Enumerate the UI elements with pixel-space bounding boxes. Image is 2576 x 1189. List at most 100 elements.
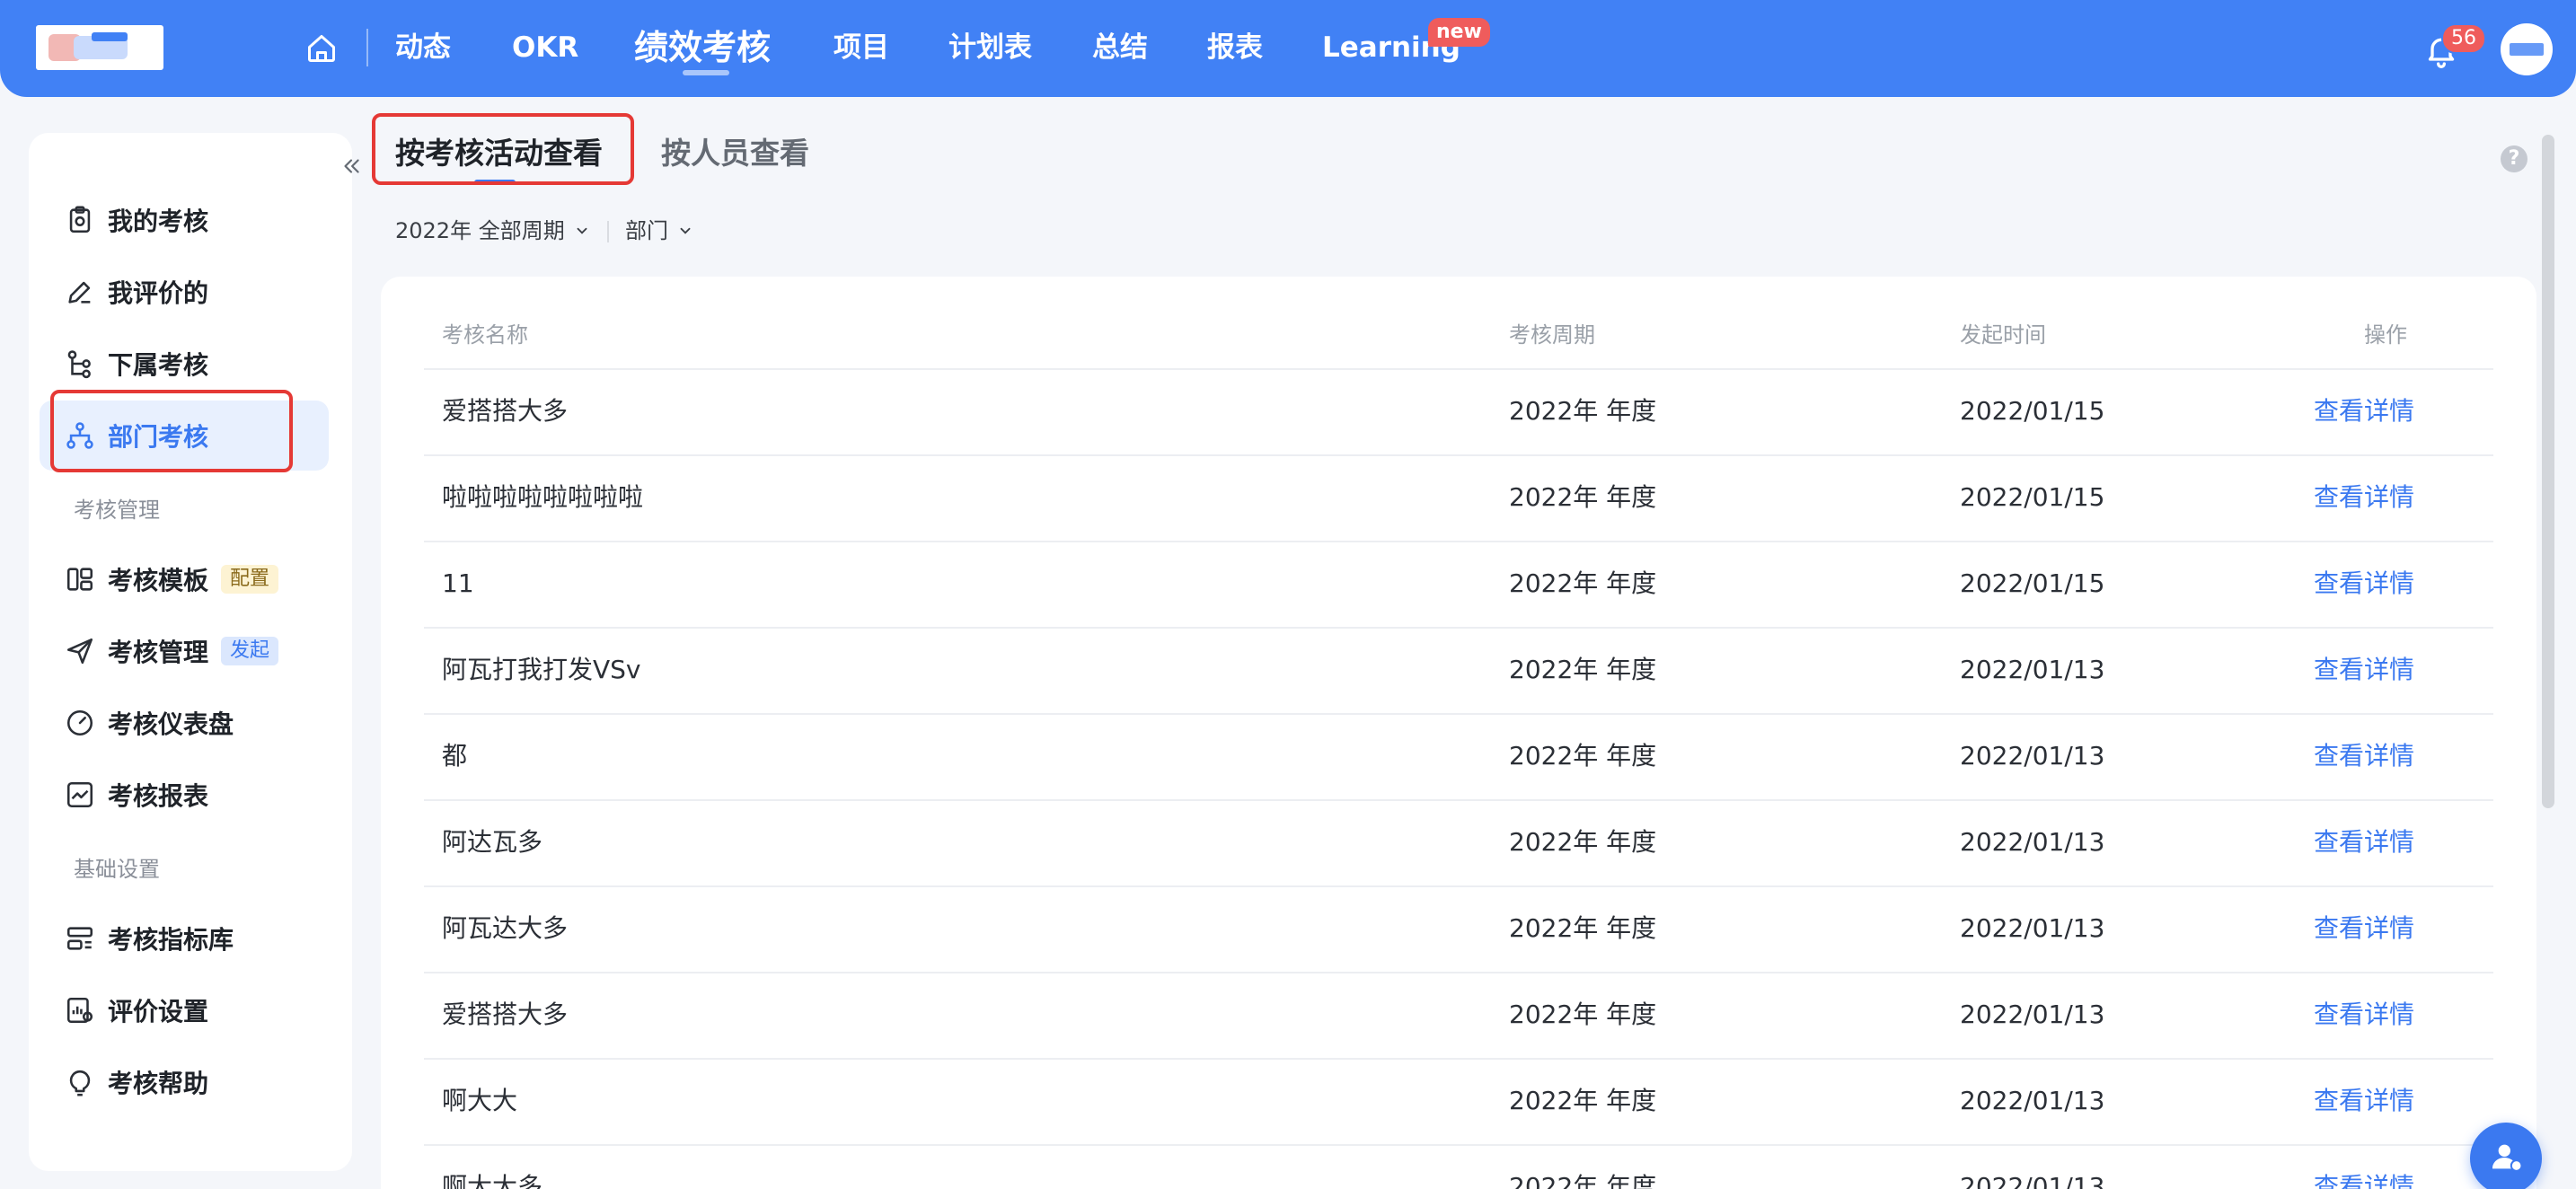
table-row: 爱搭搭大多 2022年 年度 2022/01/15 查看详情 bbox=[424, 368, 2493, 454]
sidebar-group-basic-settings: 基础设置 bbox=[74, 857, 160, 882]
sidebar-item-label: 考核模板 bbox=[108, 566, 209, 595]
column-header-time: 发起时间 bbox=[1960, 322, 2046, 348]
cell-cycle: 2022年 年度 bbox=[1509, 913, 1657, 943]
nav-item-reports[interactable]: 报表 bbox=[1207, 27, 1263, 68]
view-details-link[interactable]: 查看详情 bbox=[2314, 1060, 2414, 1142]
collapse-sidebar-icon[interactable] bbox=[340, 154, 363, 178]
sidebar-item-label: 考核指标库 bbox=[108, 925, 234, 955]
cell-cycle: 2022年 年度 bbox=[1509, 1086, 1657, 1115]
send-icon bbox=[66, 638, 93, 665]
view-details-link[interactable]: 查看详情 bbox=[2314, 456, 2414, 539]
sidebar-item-label: 部门考核 bbox=[108, 422, 209, 452]
sidebar-item-label: 考核仪表盘 bbox=[108, 709, 234, 739]
column-header-action: 操作 bbox=[2364, 322, 2407, 348]
column-header-cycle: 考核周期 bbox=[1509, 322, 1595, 348]
filter-divider bbox=[607, 221, 609, 242]
cell-cycle: 2022年 年度 bbox=[1509, 655, 1657, 684]
cell-cycle: 2022年 年度 bbox=[1509, 482, 1657, 512]
sidebar-item-my-reviews[interactable]: 我的考核 bbox=[40, 185, 329, 255]
cell-name: 啦啦啦啦啦啦啦啦 bbox=[442, 482, 644, 512]
sidebar-item-label: 我评价的 bbox=[108, 278, 209, 308]
nav-item-projects[interactable]: 项目 bbox=[834, 27, 889, 68]
nav-active-indicator bbox=[683, 70, 729, 75]
chevron-down-icon bbox=[577, 227, 587, 234]
indicator-icon bbox=[66, 927, 93, 950]
cell-name: 11 bbox=[442, 568, 474, 598]
view-details-link[interactable]: 查看详情 bbox=[2314, 542, 2414, 625]
sidebar-item-help[interactable]: 考核帮助 bbox=[40, 1047, 329, 1117]
cell-time: 2022/01/13 bbox=[1960, 827, 2105, 857]
nav-item-plans[interactable]: 计划表 bbox=[948, 27, 1032, 68]
cell-time: 2022/01/15 bbox=[1960, 482, 2105, 512]
avatar[interactable] bbox=[2501, 23, 2553, 75]
table-header: 考核名称 考核周期 发起时间 操作 bbox=[424, 313, 2493, 357]
table-row: 啦啦啦啦啦啦啦啦 2022年 年度 2022/01/15 查看详情 bbox=[424, 454, 2493, 541]
table-row: 都 2022年 年度 2022/01/13 查看详情 bbox=[424, 713, 2493, 799]
cell-cycle: 2022年 年度 bbox=[1509, 1172, 1657, 1189]
sidebar-item-management[interactable]: 考核管理 发起 bbox=[40, 616, 329, 686]
floating-support-button[interactable] bbox=[2470, 1123, 2542, 1189]
sidebar-item-reports[interactable]: 考核报表 bbox=[40, 760, 329, 830]
nav-item-performance[interactable]: 绩效考核 bbox=[634, 23, 771, 72]
column-header-name: 考核名称 bbox=[442, 322, 528, 348]
tab-by-person[interactable]: 按人员查看 bbox=[661, 133, 809, 174]
sidebar-item-dashboard[interactable]: 考核仪表盘 bbox=[40, 688, 329, 758]
cell-name: 爱搭搭大多 bbox=[442, 396, 569, 426]
table-row: 阿瓦打我打发VSv 2022年 年度 2022/01/13 查看详情 bbox=[424, 627, 2493, 713]
cell-cycle: 2022年 年度 bbox=[1509, 396, 1657, 426]
cell-time: 2022/01/15 bbox=[1960, 568, 2105, 598]
org-chart-icon bbox=[66, 422, 93, 449]
sidebar-item-dept-reviews[interactable]: 部门考核 bbox=[40, 401, 329, 471]
cell-name: 啊大大 bbox=[442, 1086, 518, 1115]
table-row: 爱搭搭大多 2022年 年度 2022/01/13 查看详情 bbox=[424, 972, 2493, 1058]
view-details-link[interactable]: 查看详情 bbox=[2314, 1146, 2414, 1189]
cell-name: 爱搭搭大多 bbox=[442, 1000, 569, 1029]
cell-cycle: 2022年 年度 bbox=[1509, 568, 1657, 598]
sidebar-item-my-evaluations[interactable]: 我评价的 bbox=[40, 257, 329, 327]
sidebar-item-indicator-library[interactable]: 考核指标库 bbox=[40, 903, 329, 973]
sidebar-item-label: 考核管理 bbox=[108, 638, 209, 667]
nav-item-dynamics[interactable]: 动态 bbox=[395, 27, 451, 68]
cell-cycle: 2022年 年度 bbox=[1509, 1000, 1657, 1029]
edit-icon bbox=[68, 281, 91, 304]
company-logo[interactable] bbox=[36, 25, 163, 70]
view-details-link[interactable]: 查看详情 bbox=[2314, 887, 2414, 970]
nav-item-summary[interactable]: 总结 bbox=[1092, 27, 1148, 68]
sidebar-item-label: 考核报表 bbox=[108, 781, 209, 811]
sidebar-item-templates[interactable]: 考核模板 配置 bbox=[40, 544, 329, 614]
home-icon[interactable] bbox=[305, 32, 338, 65]
sidebar-group-review-management: 考核管理 bbox=[74, 498, 160, 523]
launch-tag: 发起 bbox=[221, 637, 279, 665]
cell-time: 2022/01/13 bbox=[1960, 741, 2105, 771]
sidebar-item-evaluation-settings[interactable]: 评价设置 bbox=[40, 975, 329, 1045]
period-filter-dropdown[interactable]: 2022年 全部周期 bbox=[395, 216, 590, 246]
nav-divider bbox=[366, 29, 368, 66]
tab-active-indicator bbox=[474, 180, 516, 185]
view-details-link[interactable]: 查看详情 bbox=[2314, 715, 2414, 797]
new-badge: new bbox=[1428, 18, 1490, 47]
sidebar-item-subordinate-reviews[interactable]: 下属考核 bbox=[40, 329, 329, 399]
cell-time: 2022/01/13 bbox=[1960, 913, 2105, 943]
table-row: 啊大大多 2022年 年度 2022/01/13 查看详情 bbox=[424, 1144, 2493, 1189]
view-details-link[interactable]: 查看详情 bbox=[2314, 973, 2414, 1056]
table-body: 爱搭搭大多 2022年 年度 2022/01/15 查看详情 啦啦啦啦啦啦啦啦 2022年… bbox=[424, 368, 2493, 1189]
view-details-link[interactable]: 查看详情 bbox=[2314, 801, 2414, 884]
dept-filter-dropdown[interactable]: 部门 bbox=[625, 216, 693, 246]
table-row: 啊大大 2022年 年度 2022/01/13 查看详情 bbox=[424, 1058, 2493, 1144]
chart-icon bbox=[66, 781, 93, 808]
view-details-link[interactable]: 查看详情 bbox=[2314, 370, 2414, 453]
cell-cycle: 2022年 年度 bbox=[1509, 827, 1657, 857]
cell-time: 2022/01/13 bbox=[1960, 1086, 2105, 1115]
review-table-card: 考核名称 考核周期 发起时间 操作 爱搭搭大多 2022年 年度 2022/01/1… bbox=[381, 277, 2536, 1189]
view-details-link[interactable]: 查看详情 bbox=[2314, 629, 2414, 711]
dashboard-icon bbox=[66, 709, 93, 736]
chevron-down-icon bbox=[680, 227, 691, 234]
nav-item-okr[interactable]: OKR bbox=[512, 27, 578, 68]
lightbulb-icon bbox=[69, 1070, 91, 1097]
sidebar-item-label: 评价设置 bbox=[108, 997, 209, 1026]
tab-by-activity[interactable]: 按考核活动查看 bbox=[395, 133, 603, 174]
hierarchy-icon bbox=[67, 350, 91, 379]
sidebar-item-label: 我的考核 bbox=[108, 207, 209, 236]
help-icon[interactable]: ? bbox=[2501, 145, 2527, 172]
scrollbar[interactable] bbox=[2542, 135, 2554, 808]
